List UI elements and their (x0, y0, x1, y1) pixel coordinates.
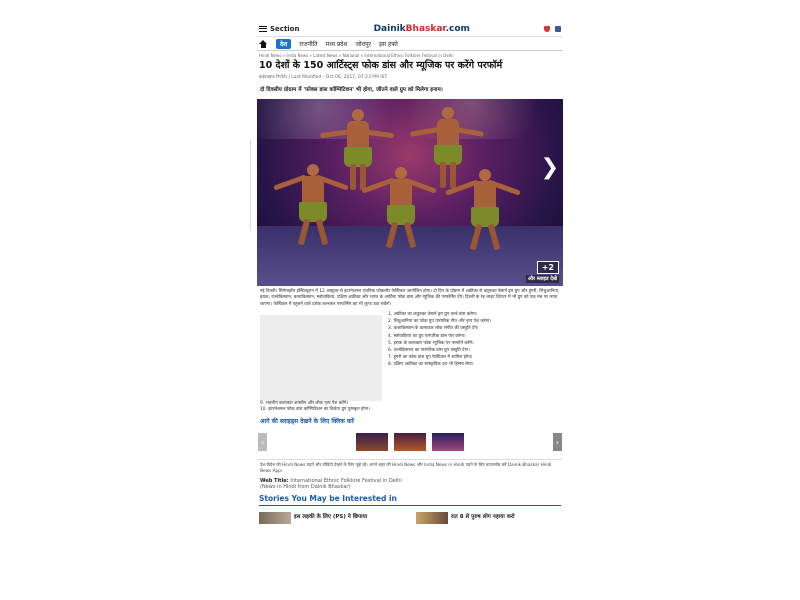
story-card[interactable]: इस लड़की के लिए (PS) ने छिपाया (259, 512, 404, 525)
gallery-next-button[interactable]: › (553, 433, 562, 452)
story-thumbnail (259, 512, 291, 525)
logo-secondary: Bhaskar (405, 24, 446, 34)
home-icon[interactable] (259, 39, 268, 48)
web-title: Web Title: International Ethnic Folklore… (257, 478, 563, 490)
breadcrumb[interactable]: Hindi News » India News » Latest News » … (257, 51, 563, 58)
logo-primary: Dainik (373, 24, 406, 34)
ad-placeholder (260, 314, 382, 401)
story-thumbnail (416, 512, 448, 525)
list-item: 10. इंटरनेशनल फोक डांस कॉम्पिटिशन का विज… (260, 407, 370, 413)
artist-list: 1. अफ्रीका का कतुरुका वेस्टर्न ड्रम ग्रु… (388, 312, 491, 401)
list-item: 1. अफ्रीका का कतुरुका वेस्टर्न ड्रम ग्रु… (388, 311, 478, 317)
list-item: 4. स्लोवाकिया का ग्रुप पारंपरिक डांस पेश… (388, 333, 466, 339)
stories-heading: Stories You May be Interested in (259, 494, 397, 504)
gallery-thumbnail[interactable] (394, 433, 426, 452)
nav-item-desh[interactable]: देश (276, 38, 292, 49)
top-nav: देश राजनीति मध्य प्रदेश जोधपुर इस हफ्ते (257, 37, 563, 51)
notification-bell-icon[interactable] (544, 26, 550, 32)
slide-count: +2 (536, 261, 559, 274)
list-item: 8. दक्षिण अफ्रीका का सांस्कृतिक दल भी हि… (388, 362, 474, 368)
gallery-thumbnail[interactable] (432, 433, 464, 452)
nav-item-is-hafte[interactable]: इस हफ्ते (379, 40, 398, 48)
facebook-icon[interactable] (555, 26, 561, 32)
stories-divider (259, 505, 561, 507)
hero-slideshow-image[interactable]: ❯ +2 और स्लाइड देखें (257, 99, 563, 286)
nav-item-madhya-pradesh[interactable]: मध्य प्रदेश (326, 40, 348, 48)
site-header: Section DainikBhaskar.com (257, 22, 563, 37)
gallery-thumbnail[interactable] (356, 433, 388, 452)
story-title: इस लड़की के लिए (PS) ने छिपाया (294, 514, 368, 521)
footer-note: देश-विदेश की Hindi News पढ़ने और वीडियो … (257, 459, 563, 474)
header-icons (544, 26, 561, 32)
list-item: 6. उज्बेकिस्तान का पारंपरिक डांस ग्रुप प… (388, 347, 470, 353)
list-item: 2. लिथुआनिया का फोक ग्रुप पारंपरिक गीत औ… (388, 319, 491, 325)
slide-count-badge[interactable]: +2 और स्लाइड देखें (525, 261, 559, 283)
section-label: Section (270, 25, 300, 33)
article-intro: नई दिल्ली। सिनेमाहॉल इंस्टिट्यूशन में 12… (260, 289, 560, 307)
section-menu[interactable]: Section (259, 25, 299, 33)
list-item: 3. कजाकिस्तान के कलाकार लोक संगीत की प्र… (388, 326, 479, 332)
gallery-prev-button[interactable]: ‹ (258, 433, 267, 452)
list-item: 5. इराक के कलाकार फोक म्यूजिक पर परफॉर्म… (388, 340, 474, 346)
article-meta: हाईलाइफ रिपोर्टर | Last Modified - Oct 0… (259, 75, 388, 80)
nav-item-jodhpur[interactable]: जोधपुर (356, 40, 372, 48)
article-title: 10 देशों के 150 आर्टिस्ट्स फोक डांस और म… (259, 60, 503, 71)
slide-gallery: ‹ › (257, 433, 563, 452)
story-title: रात 8 से पुरुष लोग नहाया करो (451, 514, 515, 521)
next-slide-chevron-icon[interactable]: ❯ (541, 157, 559, 179)
more-slides-caption: और स्लाइड देखें (525, 275, 559, 283)
gallery-thumbnails (356, 433, 464, 452)
menu-icon[interactable] (259, 26, 267, 32)
logo-suffix: .com (445, 24, 470, 34)
stories-list: इस लड़की के लिए (PS) ने छिपाया रात 8 से … (257, 512, 563, 525)
nav-item-rajneeti[interactable]: राजनीति (299, 40, 317, 48)
story-card[interactable]: रात 8 से पुरुष लोग नहाया करो (416, 512, 561, 525)
web-title-extra: (News in Hindi from Dainik Bhaskar) (260, 484, 351, 491)
page-edge-marker (250, 140, 257, 230)
article-page: Section DainikBhaskar.com देश राजनीति मध… (257, 22, 563, 598)
article-subtitle: दो दिवसीय प्रोग्राम में 'फोक्स डांस कॉम्… (260, 87, 443, 93)
site-logo[interactable]: DainikBhaskar.com (374, 24, 470, 34)
list-item: 7. हुंगरी का फोक डांस ग्रुप फेस्टिवल में… (388, 355, 473, 361)
more-slides-link[interactable]: आगे की स्लाइड्स देखने के लिए क्लिक करें (257, 417, 563, 425)
article-body-columns: 1. अफ्रीका का कतुरुका वेस्टर्न ड्रम ग्रु… (257, 312, 563, 401)
